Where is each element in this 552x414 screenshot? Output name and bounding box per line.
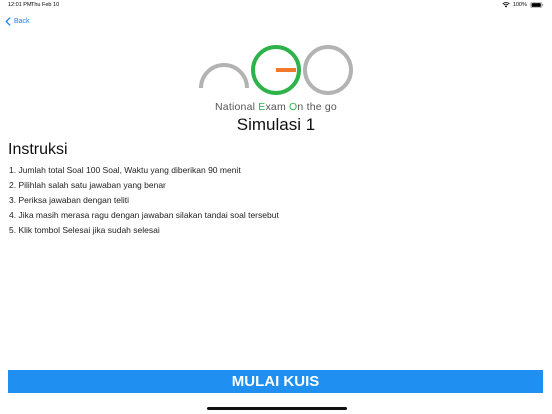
instruction-item: 4. Jika masih merasa ragu dengan jawaban… — [9, 210, 279, 220]
tagline-part-1: National — [215, 101, 259, 113]
start-quiz-button[interactable]: MULAI KUIS — [8, 370, 543, 393]
wifi-icon — [502, 2, 510, 8]
instruction-item: 1. Jumlah total Soal 100 Soal, Waktu yan… — [9, 165, 241, 175]
status-bar: 12:01 PM Thu Feb 10 100% — [0, 0, 552, 10]
battery-percent: 100% — [512, 2, 527, 8]
back-label: Back — [14, 17, 30, 25]
tagline-part-3: n the go — [297, 101, 337, 113]
tagline-part-2: xam — [265, 101, 290, 113]
instruction-item: 5. Klik tombol Selesai jika sudah selesa… — [9, 225, 160, 235]
logo-tagline: National Exam On the go — [196, 101, 356, 113]
instruction-item: 2. Pilihlah salah satu jawaban yang bena… — [9, 180, 166, 190]
chevron-left-icon — [5, 16, 11, 26]
back-button[interactable]: Back — [5, 15, 30, 27]
instruction-item: 3. Periksa jawaban dengan teliti — [9, 195, 130, 205]
status-time: 12:01 PM — [8, 2, 32, 8]
status-date: Thu Feb 10 — [31, 2, 60, 8]
instructions-list: 1. Jumlah total Soal 100 Soal, Waktu yan… — [9, 163, 279, 238]
status-indicators: 100% — [502, 2, 544, 8]
home-indicator[interactable] — [207, 407, 347, 410]
page-title: Simulasi 1 — [236, 115, 316, 134]
battery-icon — [530, 2, 544, 8]
section-title: Instruksi — [8, 141, 68, 158]
